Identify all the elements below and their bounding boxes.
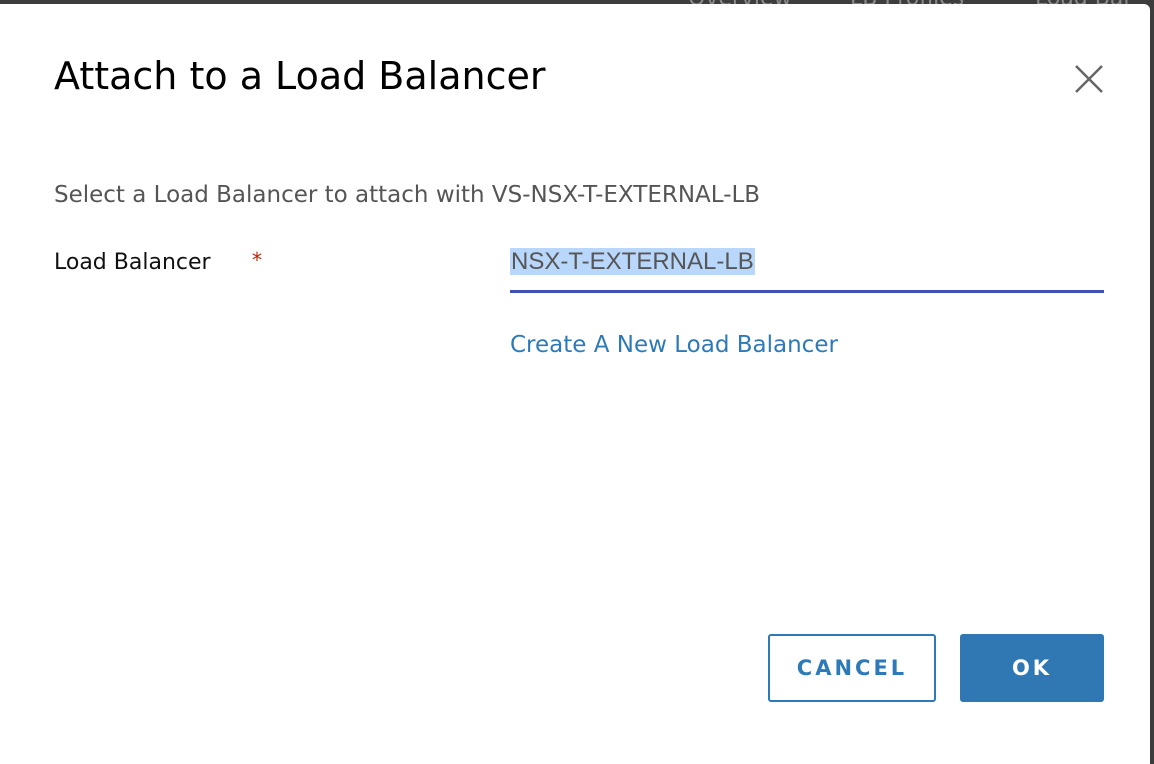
- dialog-subtitle: Select a Load Balancer to attach with VS…: [54, 182, 761, 208]
- ok-button[interactable]: OK: [960, 634, 1104, 702]
- load-balancer-value: NSX-T-EXTERNAL-LB: [510, 248, 755, 275]
- close-button[interactable]: [1072, 62, 1106, 96]
- attach-load-balancer-dialog: Attach to a Load Balancer Select a Load …: [0, 4, 1150, 764]
- load-balancer-label: Load Balancer: [54, 250, 211, 275]
- dialog-title: Attach to a Load Balancer: [54, 54, 546, 98]
- load-balancer-input[interactable]: NSX-T-EXTERNAL-LB: [510, 248, 1104, 293]
- required-marker: *: [252, 248, 262, 272]
- cancel-button[interactable]: CANCEL: [768, 634, 936, 702]
- close-icon: [1075, 65, 1103, 93]
- create-new-load-balancer-link[interactable]: Create A New Load Balancer: [510, 332, 838, 358]
